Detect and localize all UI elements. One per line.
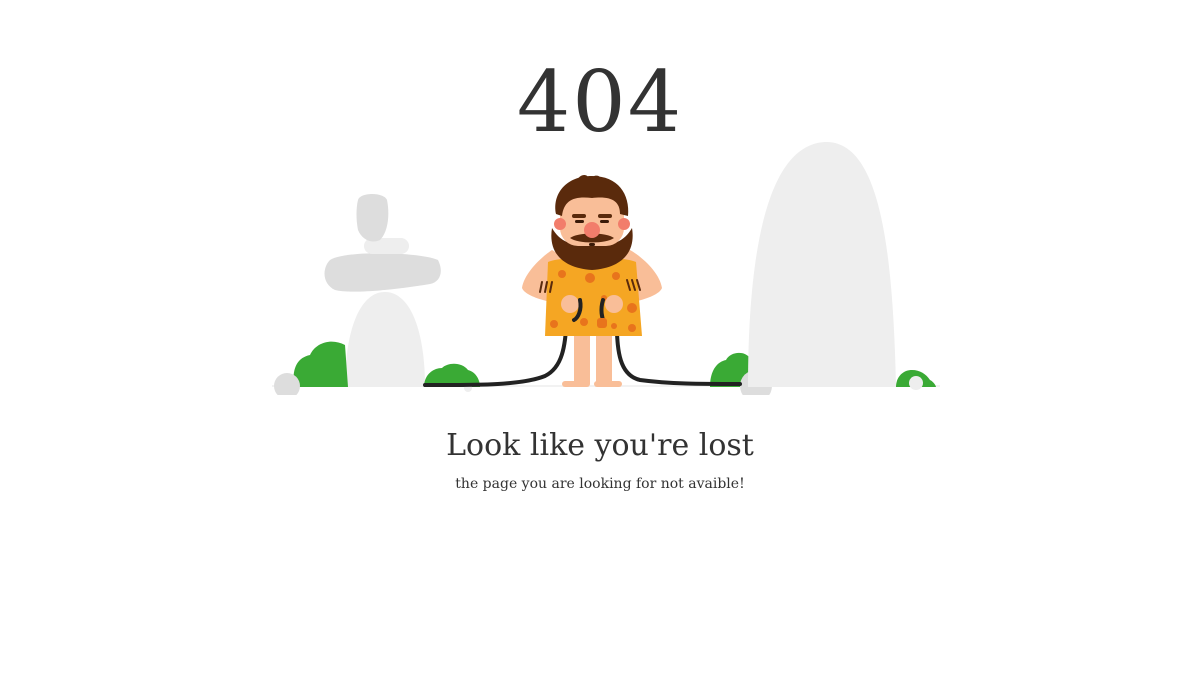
eyebrow-left — [572, 214, 586, 218]
plug-head — [597, 318, 607, 328]
leg-left — [574, 330, 590, 384]
bush-left — [293, 341, 348, 387]
eye-left — [575, 220, 584, 223]
rock-flat — [324, 253, 441, 292]
foot-left — [562, 381, 590, 387]
eye-right — [600, 220, 609, 223]
ear-right — [618, 218, 630, 230]
error-page: 404 Look like you're lost the page you a… — [0, 0, 1200, 680]
rock-top — [356, 194, 389, 242]
leg-right — [596, 330, 612, 384]
nose — [584, 222, 600, 238]
rock-bottom — [345, 292, 425, 387]
pebble-bush — [909, 376, 923, 390]
caveman — [522, 175, 662, 387]
foot-right — [594, 381, 622, 387]
tall-rock — [748, 141, 896, 387]
headline: Look like you're lost — [446, 428, 754, 463]
subline: the page you are looking for not avaible… — [455, 476, 745, 492]
caveman-illustration — [272, 141, 940, 395]
hand-right — [605, 295, 623, 313]
eyebrow-right — [598, 214, 612, 218]
mouth — [589, 243, 595, 246]
hand-left — [561, 295, 579, 313]
ear-left — [554, 218, 566, 230]
